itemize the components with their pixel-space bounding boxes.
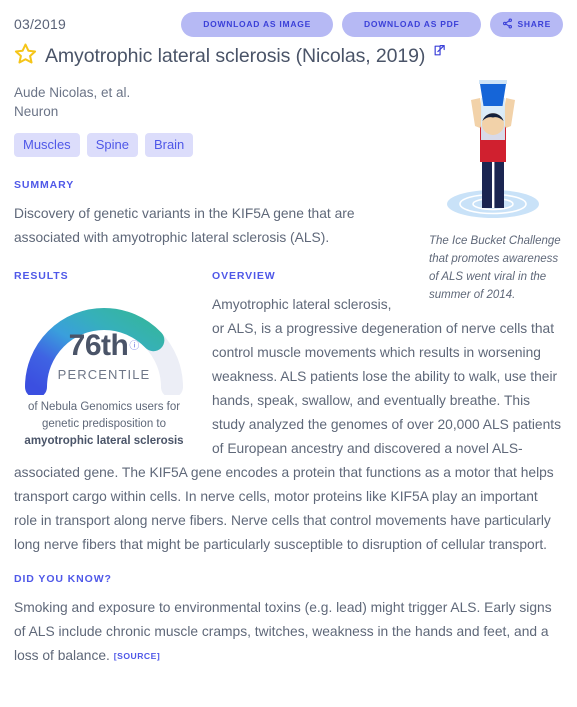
ice-bucket-challenge-illustration: The Ice Bucket Challenge that promotes a…	[423, 76, 563, 304]
page-title: Amyotrophic lateral sclerosis (Nicolas, …	[45, 44, 426, 67]
gauge-value-block: 76thⓘ PERCENTILE	[14, 329, 194, 383]
main-content: RESULTS 76thⓘ PERCENTILE of Nebula Genom…	[0, 80, 577, 557]
ice-bucket-figure-icon	[447, 80, 539, 218]
report-card: 03/2019 DOWNLOAD AS IMAGE DOWNLOAD AS PD…	[0, 0, 577, 707]
star-icon[interactable]	[14, 42, 37, 70]
download-as-pdf-button[interactable]: DOWNLOAD AS PDF	[342, 11, 482, 37]
gauge-unit-label: PERCENTILE	[57, 367, 151, 382]
external-link-icon[interactable]	[433, 44, 446, 62]
action-buttons-group: DOWNLOAD AS IMAGE DOWNLOAD AS PDF SHARE	[181, 11, 563, 37]
gauge-description: of Nebula Genomics users for genetic pre…	[14, 399, 194, 450]
download-as-pdf-label: DOWNLOAD AS PDF	[364, 19, 460, 29]
gauge-description-prefix: of Nebula Genomics users for genetic pre…	[27, 401, 181, 430]
results-heading: RESULTS	[14, 270, 69, 282]
did-you-know-text: Smoking and exposure to environmental to…	[14, 596, 563, 668]
source-link[interactable]: [SOURCE]	[114, 651, 161, 661]
tag-spine[interactable]: Spine	[86, 133, 138, 157]
gauge-value: 76th	[68, 329, 129, 362]
percentile-gauge: 76thⓘ PERCENTILE	[14, 295, 194, 395]
info-circle-icon[interactable]: ⓘ	[129, 341, 139, 352]
did-you-know-heading: DID YOU KNOW?	[14, 573, 112, 585]
tag-muscles[interactable]: Muscles	[14, 133, 80, 157]
did-you-know-body: Smoking and exposure to environmental to…	[14, 600, 552, 663]
share-button[interactable]: SHARE	[490, 11, 563, 37]
share-label: SHARE	[517, 19, 551, 29]
top-action-bar: 03/2019 DOWNLOAD AS IMAGE DOWNLOAD AS PD…	[0, 0, 577, 37]
results-section: RESULTS 76thⓘ PERCENTILE of Nebula Genom…	[14, 270, 194, 450]
tag-brain[interactable]: Brain	[144, 133, 194, 157]
download-as-image-button[interactable]: DOWNLOAD AS IMAGE	[181, 11, 334, 37]
download-as-image-label: DOWNLOAD AS IMAGE	[203, 19, 312, 29]
publication-date: 03/2019	[14, 16, 67, 32]
share-icon	[502, 18, 513, 31]
article-title-row: Amyotrophic lateral sclerosis (Nicolas, …	[0, 34, 577, 70]
did-you-know-section: DID YOU KNOW? Smoking and exposure to en…	[0, 557, 577, 668]
illustration-caption: The Ice Bucket Challenge that promotes a…	[429, 235, 561, 301]
summary-text: Discovery of genetic variants in the KIF…	[14, 206, 355, 245]
gauge-description-emphasis: amyotrophic lateral sclerosis	[24, 435, 184, 447]
